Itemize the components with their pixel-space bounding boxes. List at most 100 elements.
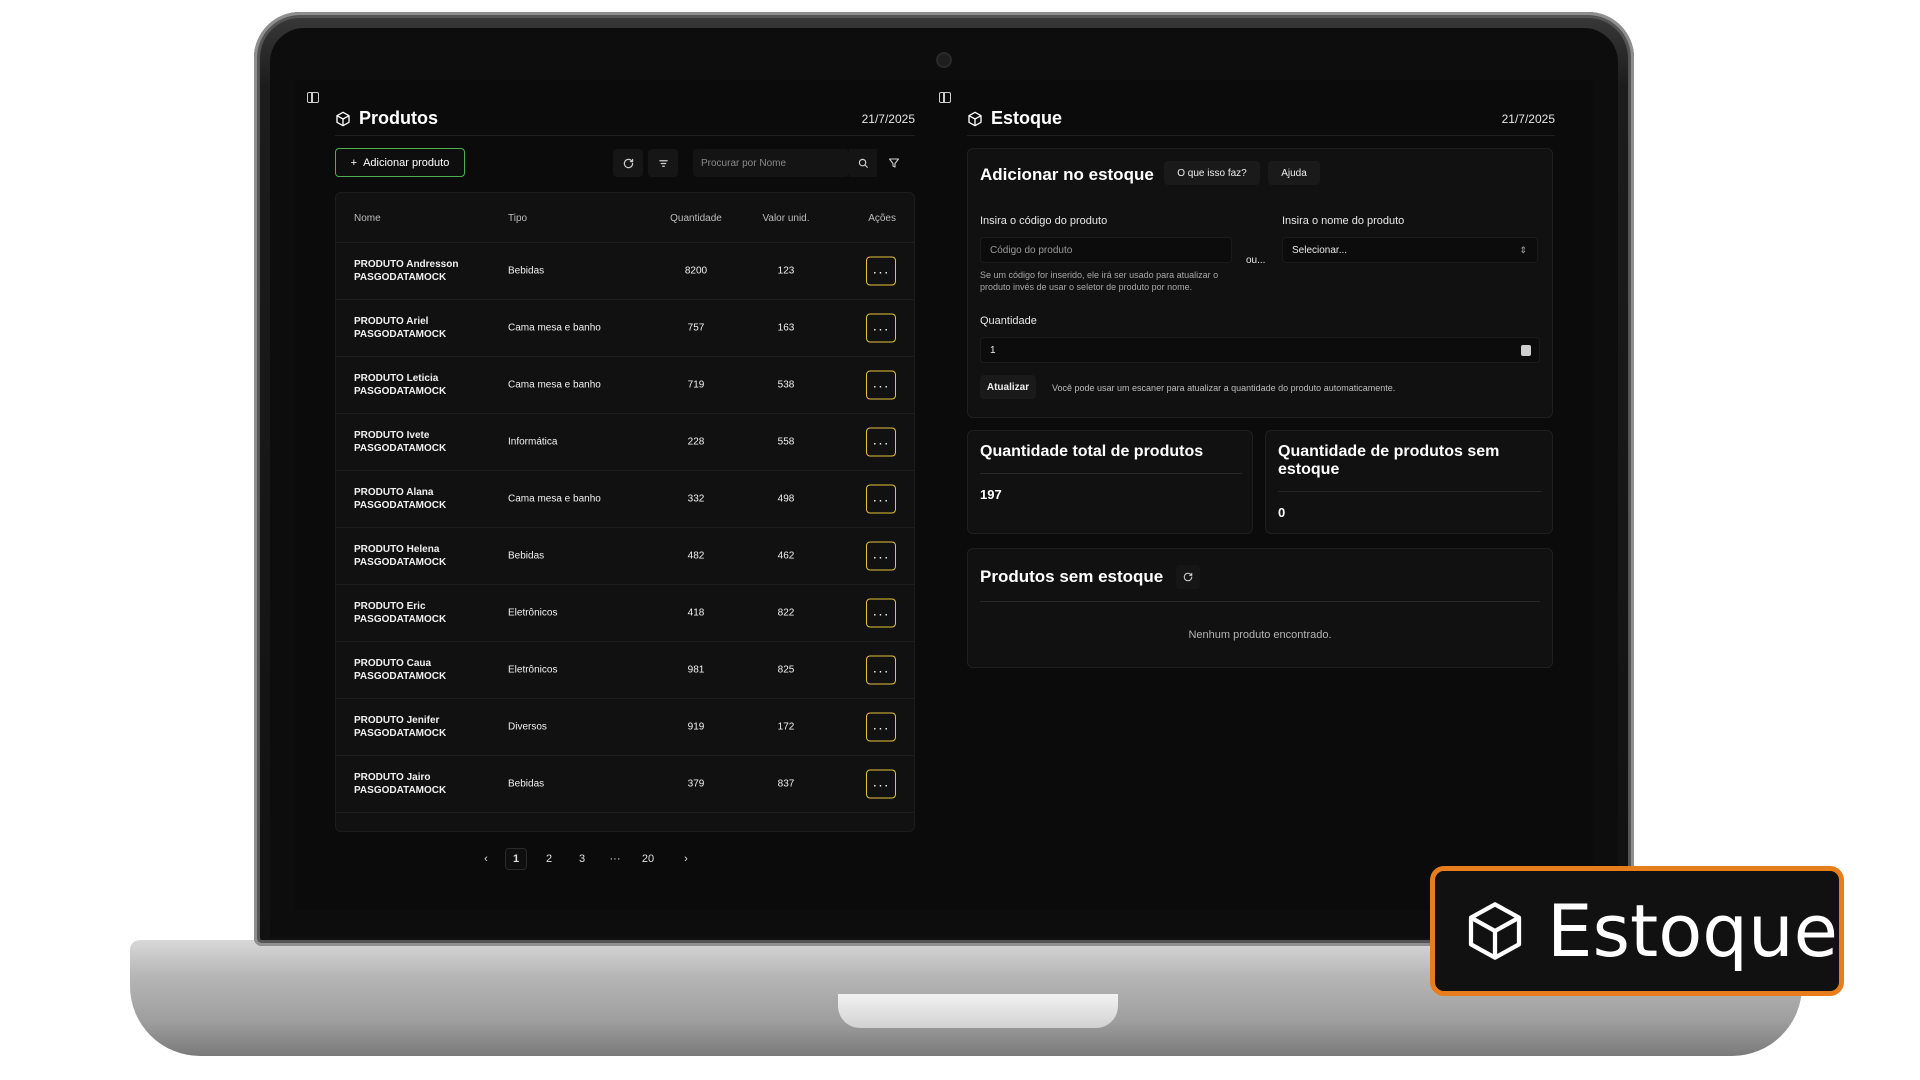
column-header-quantity[interactable]: Quantidade (666, 213, 726, 224)
table-row: PRODUTO Ariel PASGODATAMOCK Cama mesa e ba… (336, 300, 914, 357)
product-name-line1: PRODUTO Eric (354, 601, 426, 612)
product-name-line2: PASGODATAMOCK (354, 557, 447, 568)
add-product-button[interactable]: + Adicionar produto (335, 148, 465, 177)
refresh-icon (1183, 572, 1193, 582)
divider (980, 601, 1540, 602)
row-actions-button[interactable]: ··· (866, 598, 896, 628)
product-type: Diversos (508, 721, 547, 733)
product-name-line2: PASGODATAMOCK (354, 329, 447, 340)
products-toolbar: + Adicionar produto Procurar por Nome (335, 148, 915, 178)
page-2-button[interactable]: 2 (538, 848, 560, 870)
product-quantity: 757 (687, 322, 705, 334)
sort-button[interactable] (648, 149, 678, 177)
screen: Produtos 21/7/2025 + Adicionar produto P… (295, 80, 1593, 910)
product-unit-value: 172 (777, 721, 795, 733)
update-hint: Você pode usar um escaner para atualizar… (1052, 383, 1396, 393)
update-button[interactable]: Atualizar (980, 375, 1036, 399)
laptop-opening-notch (838, 994, 1118, 1028)
row-actions-button[interactable]: ··· (866, 541, 896, 571)
code-label: Insira o código do produto (980, 215, 1108, 227)
add-product-label: Adicionar produto (363, 156, 450, 169)
product-name-line1: PRODUTO Leticia (354, 373, 439, 384)
product-name-line1: PRODUTO Alana (354, 487, 434, 498)
next-page-button[interactable]: › (675, 848, 697, 870)
product-type: Cama mesa e banho (508, 493, 601, 505)
product-code-input[interactable]: Código do produto (980, 237, 1232, 263)
search-icon (858, 158, 868, 168)
out-of-stock-count-card: Quantidade de produtos sem estoque 0 (1265, 430, 1553, 534)
help-button[interactable]: Ajuda (1268, 161, 1320, 185)
total-products-card: Quantidade total de produtos 197 (967, 430, 1253, 534)
product-name-line1: PRODUTO Ivete (354, 430, 430, 441)
page-3-button[interactable]: 3 (571, 848, 593, 870)
product-unit-value: 825 (777, 664, 795, 676)
plus-icon: + (350, 156, 358, 169)
row-actions-button[interactable]: ··· (866, 712, 896, 742)
brand-badge: Estoque (1430, 866, 1844, 996)
stock-panel: Estoque 21/7/2025 Adicionar no estoque O… (935, 80, 1575, 910)
stock-date: 21/7/2025 (1501, 111, 1555, 126)
product-quantity: 919 (687, 721, 705, 733)
product-name-line2: PASGODATAMOCK (354, 272, 447, 283)
box-icon (336, 111, 350, 126)
code-hint: Se um código for inserido, ele irá ser u… (980, 270, 1219, 292)
sidebar-toggle-icon[interactable] (307, 92, 319, 103)
product-quantity: 332 (687, 493, 705, 505)
sidebar-toggle-icon[interactable] (939, 92, 951, 103)
table-row: PRODUTO Caua PASGODATAMOCK Eletrônicos 981 8… (336, 642, 914, 699)
row-actions-button[interactable]: ··· (866, 370, 896, 400)
page-1-button[interactable]: 1 (505, 848, 527, 870)
refresh-button[interactable] (613, 149, 643, 177)
table-row: PRODUTO Andresson PASGODATAMOCK Bebidas 820… (336, 243, 914, 300)
pagination: ‹ 1 2 3 ··· 20 › (475, 848, 715, 872)
out-of-stock-count-value: 0 (1278, 505, 1286, 520)
table-row: PRODUTO Helena PASGODATAMOCK Bebidas 482 462… (336, 528, 914, 585)
row-actions-button[interactable]: ··· (866, 655, 896, 685)
column-header-type[interactable]: Tipo (508, 213, 527, 224)
product-name-line1: PRODUTO Jairo (354, 772, 431, 783)
products-header: Produtos 21/7/2025 (335, 108, 915, 136)
stepper-icon[interactable] (1521, 345, 1531, 356)
search-input[interactable]: Procurar por Nome (693, 149, 849, 177)
out-of-stock-count-title: Quantidade de produtos sem estoque (1278, 443, 1500, 478)
product-name-select[interactable]: Selecionar... ⇕ (1282, 237, 1538, 263)
product-quantity: 981 (687, 664, 705, 676)
products-date: 21/7/2025 (861, 111, 915, 126)
what-does-it-do-button[interactable]: O que isso faz? (1164, 161, 1260, 185)
quantity-input[interactable]: 1 (980, 337, 1540, 363)
product-name: PRODUTO Alana PASGODATAMOCK (354, 486, 494, 512)
product-type: Cama mesa e banho (508, 322, 601, 334)
product-quantity: 228 (687, 436, 705, 448)
refresh-out-of-stock-button[interactable] (1176, 565, 1200, 589)
filter-button[interactable] (880, 149, 908, 177)
product-unit-value: 462 (777, 550, 795, 562)
product-name-line1: PRODUTO Caua (354, 658, 432, 669)
column-header-unit-value[interactable]: Valor unid. (756, 213, 816, 224)
row-actions-button[interactable]: ··· (866, 484, 896, 514)
row-actions-button[interactable]: ··· (866, 256, 896, 286)
search-button[interactable] (849, 149, 877, 177)
pagination-ellipsis: ··· (609, 853, 621, 865)
total-products-title: Quantidade total de produtos (980, 443, 1204, 460)
out-of-stock-list-card: Produtos sem estoque Nenhum produto enco… (967, 548, 1553, 668)
product-name: PRODUTO Jairo PASGODATAMOCK (354, 771, 494, 797)
page-20-button[interactable]: 20 (637, 848, 659, 870)
webcam (938, 54, 950, 66)
products-table: Nome Tipo Quantidade Valor unid. Ações P… (335, 192, 915, 832)
product-name-line1: PRODUTO Helena (354, 544, 440, 555)
column-header-actions: Ações (868, 213, 896, 224)
prev-page-button[interactable]: ‹ (475, 848, 497, 870)
table-row: PRODUTO Leticia PASGODATAMOCK Cama mesa e … (336, 357, 914, 414)
page-title: Produtos (335, 108, 438, 129)
product-name: PRODUTO Ariel PASGODATAMOCK (354, 315, 494, 341)
product-type: Bebidas (508, 265, 545, 277)
stock-page-title: Estoque (967, 108, 1062, 129)
product-unit-value: 123 (777, 265, 795, 277)
column-header-name[interactable]: Nome (354, 213, 381, 224)
row-actions-button[interactable]: ··· (866, 769, 896, 799)
product-name-line2: PASGODATAMOCK (354, 785, 447, 796)
row-actions-button[interactable]: ··· (866, 313, 896, 343)
product-name: PRODUTO Ivete PASGODATAMOCK (354, 429, 494, 455)
sort-icon (658, 159, 668, 167)
row-actions-button[interactable]: ··· (866, 427, 896, 457)
